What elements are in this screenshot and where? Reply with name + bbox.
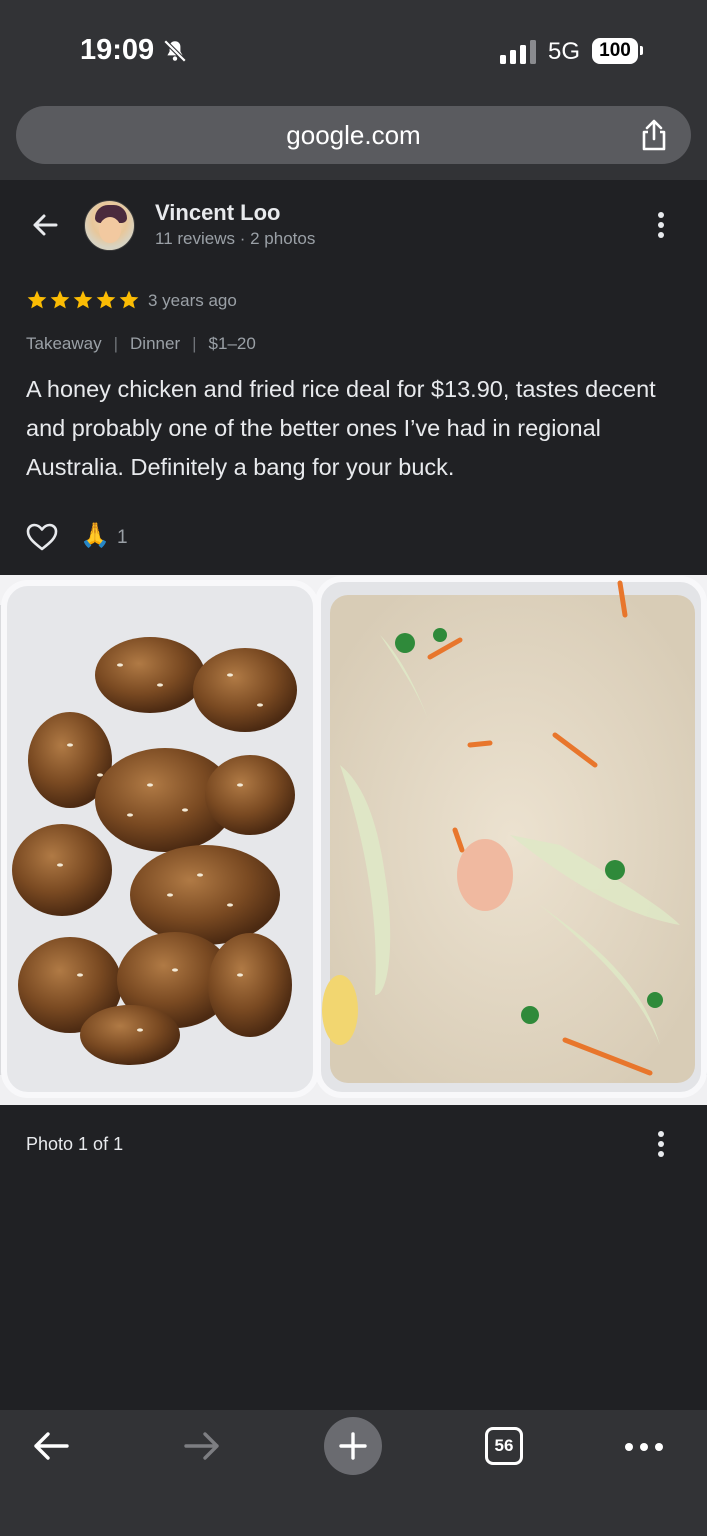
bell-slash-icon	[163, 39, 187, 63]
food-photo-illustration	[0, 575, 707, 1105]
tag-meal-time: Dinner	[130, 334, 181, 353]
star-icon	[119, 290, 139, 309]
tag-meal-type: Takeaway	[26, 334, 102, 353]
plus-icon	[339, 1432, 367, 1460]
photo-caption: Photo 1 of 1	[26, 1134, 124, 1154]
signal-icon	[500, 40, 536, 64]
back-arrow-icon[interactable]	[30, 210, 60, 240]
avatar-face	[99, 217, 121, 243]
battery-tip	[640, 46, 643, 55]
avatar[interactable]	[84, 200, 135, 251]
status-time: 19:09	[80, 34, 155, 66]
tag-separator: |	[192, 334, 197, 353]
back-icon[interactable]	[31, 1428, 71, 1464]
star-icon	[50, 290, 70, 309]
network-label: 5G	[548, 38, 581, 65]
review-photo[interactable]	[0, 575, 707, 1105]
browser-bottom-toolbar: 56	[0, 1410, 707, 1536]
share-icon[interactable]	[639, 118, 669, 152]
tag-separator: |	[113, 334, 119, 353]
reaction-count: 1	[117, 527, 128, 548]
star-icon	[73, 290, 93, 309]
pray-reaction-icon[interactable]: 🙏	[80, 521, 110, 550]
more-horizontal-icon[interactable]	[624, 1442, 664, 1452]
tab-switcher-button[interactable]: 56	[485, 1427, 523, 1465]
review-tags: Takeaway | Dinner | $1–20	[26, 334, 256, 354]
reviewer-meta: 11 reviews · 2 photos	[155, 229, 316, 248]
review-text: A honey chicken and fried rice deal for …	[26, 376, 656, 480]
photo-more-vertical-icon[interactable]	[650, 1130, 672, 1160]
star-rating	[26, 289, 140, 311]
review-date: 3 years ago	[148, 291, 237, 310]
address-bar[interactable]: google.com	[16, 106, 691, 164]
more-vertical-icon[interactable]	[650, 211, 672, 241]
star-icon	[96, 290, 116, 309]
new-tab-button[interactable]	[324, 1417, 382, 1475]
reviewer-name[interactable]: Vincent Loo	[155, 200, 281, 226]
battery-indicator: 100	[592, 38, 638, 64]
heart-icon[interactable]	[25, 522, 59, 552]
tag-price: $1–20	[208, 334, 256, 353]
url-text: google.com	[286, 120, 421, 150]
forward-icon[interactable]	[182, 1428, 222, 1464]
browser-top-bar: 19:09 5G 100 google.com	[0, 0, 707, 180]
star-icon	[27, 290, 47, 309]
